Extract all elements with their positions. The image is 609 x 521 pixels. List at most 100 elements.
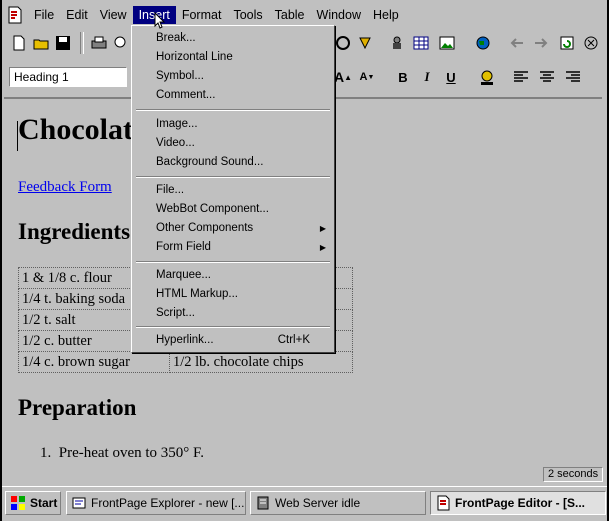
menu-separator (136, 261, 330, 263)
menu-format[interactable]: Format (176, 6, 228, 24)
refresh-icon[interactable] (556, 32, 578, 54)
insert-menu: Break... Horizontal Line Symbol... Comme… (131, 25, 335, 353)
align-center-icon[interactable] (536, 66, 558, 88)
decrease-font-icon[interactable]: A ▼ (356, 66, 378, 88)
screen: File Edit View Insert Format Tools Table… (2, 0, 607, 521)
menu-item-label: WebBot Component... (156, 203, 269, 215)
table-icon[interactable] (410, 32, 432, 54)
task-label: FrontPage Editor - [S... (455, 496, 586, 510)
menu-item-label: File... (156, 184, 185, 196)
frontpage-editor-icon (437, 495, 450, 511)
status-bar: 2 seconds (2, 465, 607, 485)
forward-arrow-icon[interactable] (530, 32, 552, 54)
menu-item-label: Script... (156, 307, 195, 319)
italic-icon[interactable]: I (416, 66, 438, 88)
bold-icon[interactable]: B (392, 66, 414, 88)
table-row: 1/4 c. brown sugar 1/2 lb. chocolate chi… (18, 351, 353, 373)
steps-list: 1. Pre-heat oven to 350° F. (40, 445, 204, 462)
back-arrow-icon[interactable] (506, 32, 528, 54)
align-left-icon[interactable] (510, 66, 532, 88)
menu-separator (136, 176, 330, 178)
task-web-server[interactable]: Web Server idle (250, 491, 426, 515)
taskbar: Start FrontPage Explorer - new [... Web … (2, 486, 607, 521)
menu-item-label: Hyperlink... (156, 334, 214, 346)
start-button[interactable]: Start (5, 491, 61, 515)
menu-item-break[interactable]: Break... (134, 29, 332, 48)
align-right-icon[interactable] (562, 66, 584, 88)
menu-help[interactable]: Help (367, 6, 405, 24)
start-label: Start (30, 496, 58, 510)
menu-item-other-components[interactable]: Other Components ▶ (134, 219, 332, 238)
menu-item-background-sound[interactable]: Background Sound... (134, 153, 332, 172)
insert-image-icon[interactable] (436, 32, 458, 54)
task-frontpage-editor[interactable]: FrontPage Editor - [S... (430, 491, 606, 515)
submenu-arrow-icon: ▶ (319, 243, 326, 252)
underline-icon[interactable]: U (440, 66, 462, 88)
save-icon[interactable] (52, 32, 74, 54)
menu-item-label: Horizontal Line (156, 51, 233, 63)
explorer-icon (72, 497, 86, 509)
menu-item-comment[interactable]: Comment... (134, 86, 332, 105)
menu-table[interactable]: Table (269, 6, 311, 24)
task-label: Web Server idle (275, 496, 361, 510)
table-cell[interactable]: 1/4 c. brown sugar (18, 351, 170, 373)
frontpage-app-icon[interactable] (6, 6, 24, 24)
task-label: FrontPage Explorer - new [... (91, 496, 245, 510)
task-frontpage-explorer[interactable]: FrontPage Explorer - new [... (66, 491, 246, 515)
menu-tools[interactable]: Tools (227, 6, 268, 24)
preview-icon[interactable] (110, 32, 132, 54)
open-folder-icon[interactable] (30, 32, 52, 54)
menu-item-script[interactable]: Script... (134, 304, 332, 323)
webbot-icon[interactable] (354, 32, 376, 54)
menu-item-form-field[interactable]: Form Field ▶ (134, 238, 332, 257)
menu-item-horizontal-line[interactable]: Horizontal Line (134, 48, 332, 67)
menu-item-label: Other Components (156, 222, 254, 234)
menu-item-label: Break... (156, 32, 196, 44)
ingredients-heading[interactable]: Ingredients (18, 219, 130, 245)
menu-item-html-markup[interactable]: HTML Markup... (134, 285, 332, 304)
preparation-heading[interactable]: Preparation (18, 395, 136, 421)
status-time: 2 seconds (543, 467, 603, 482)
globe-icon[interactable] (472, 32, 494, 54)
menu-item-marquee[interactable]: Marquee... (134, 266, 332, 285)
menu-item-hyperlink[interactable]: Hyperlink... Ctrl+K (134, 331, 332, 350)
shortcut-label: Ctrl+K (277, 334, 310, 346)
menu-item-file[interactable]: File... (134, 181, 332, 200)
text-color-icon[interactable] (476, 66, 498, 88)
menu-bar: File Edit View Insert Format Tools Table… (2, 4, 607, 26)
menu-window[interactable]: Window (311, 6, 367, 24)
list-item[interactable]: Pre-heat oven to 350° F. (59, 445, 204, 461)
menu-item-webbot-component[interactable]: WebBot Component... (134, 200, 332, 219)
toolbar-separator (80, 32, 84, 54)
menu-item-label: Marquee... (156, 269, 211, 281)
step-number: 1. (40, 445, 59, 461)
menu-view[interactable]: View (94, 6, 133, 24)
increase-font-icon[interactable]: A ▲ (332, 66, 354, 88)
menu-item-label: Comment... (156, 89, 216, 101)
menu-separator (136, 109, 330, 111)
paragraph-style-select[interactable]: Heading 1 (9, 67, 127, 87)
image-tool-icon[interactable] (332, 32, 354, 54)
menu-item-label: Form Field (156, 241, 211, 253)
new-page-icon[interactable] (8, 32, 30, 54)
windows-logo-icon (11, 496, 25, 510)
feedback-form-link[interactable]: Feedback Form (18, 179, 112, 196)
bot-component-icon[interactable] (386, 32, 408, 54)
menu-item-symbol[interactable]: Symbol... (134, 67, 332, 86)
menu-edit[interactable]: Edit (60, 6, 94, 24)
menu-item-label: Symbol... (156, 70, 204, 82)
menu-item-label: Background Sound... (156, 156, 264, 168)
menu-item-video[interactable]: Video... (134, 134, 332, 153)
print-icon[interactable] (88, 32, 110, 54)
submenu-arrow-icon: ▶ (319, 224, 326, 233)
stop-icon[interactable] (580, 32, 602, 54)
table-cell[interactable]: 1/2 lb. chocolate chips (169, 351, 353, 373)
menu-item-image[interactable]: Image... (134, 115, 332, 134)
menu-item-label: Image... (156, 118, 198, 130)
server-icon (257, 496, 269, 510)
mouse-pointer-icon (154, 12, 166, 29)
menu-separator (136, 326, 330, 328)
menu-item-label: Video... (156, 137, 195, 149)
menu-file[interactable]: File (28, 6, 60, 24)
menu-item-label: HTML Markup... (156, 288, 239, 300)
